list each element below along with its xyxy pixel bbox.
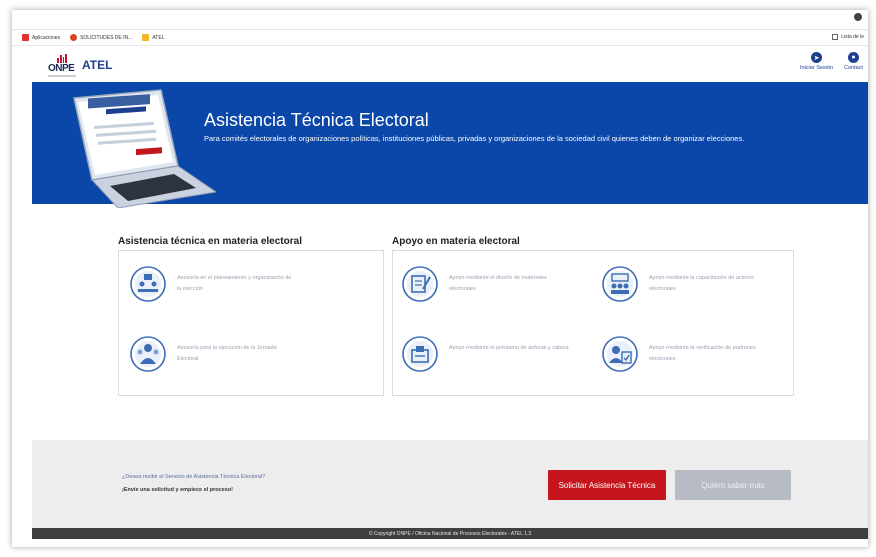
service-text: Apoyo mediante la verificación de padron… bbox=[649, 345, 756, 362]
onpe-logo[interactable]: ONPE bbox=[48, 54, 76, 78]
reading-list[interactable]: Lista de le bbox=[832, 34, 864, 40]
browser-toolbar bbox=[12, 10, 868, 30]
support-panel: Apoyo mediante el diseño de materiales e… bbox=[392, 250, 794, 396]
reading-list-label: Lista de le bbox=[841, 34, 864, 40]
laptop-illustration bbox=[73, 89, 216, 208]
cta-prompt: ¡Envíe una solicitud y empiece el proces… bbox=[122, 487, 233, 493]
site-header: ONPE ATEL ➤ Iniciar Sesión ● Contact bbox=[12, 46, 868, 82]
service-text: Asesoría en el planeamiento y organizaci… bbox=[177, 275, 292, 292]
voter-roll-verify-icon bbox=[602, 336, 638, 372]
service-design-materials[interactable]: Apoyo mediante el diseño de materiales e… bbox=[401, 265, 569, 303]
election-staff-icon bbox=[130, 336, 166, 372]
service-voter-roll[interactable]: Apoyo mediante la verificación de padron… bbox=[601, 335, 769, 373]
site-favicon-icon bbox=[70, 34, 78, 41]
service-election-day[interactable]: Asesoría para la ejecución de la Jornada… bbox=[129, 335, 297, 373]
support-section-title: Apoyo en materia electoral bbox=[392, 236, 520, 247]
training-actors-icon bbox=[602, 266, 638, 302]
bookmark-label: SOLICITUDES DE IN... bbox=[80, 34, 133, 41]
folder-icon bbox=[142, 34, 150, 41]
bookmark-label: ATEL bbox=[152, 34, 165, 41]
service-planning[interactable]: Asesoría en el planeamiento y organizaci… bbox=[129, 265, 297, 303]
reading-list-icon bbox=[832, 34, 839, 40]
planning-meeting-icon bbox=[130, 266, 166, 302]
request-assistance-button[interactable]: Solicitar Asistencia Técnica bbox=[548, 470, 666, 500]
service-text: Asesoría para la ejecución de la Jornada… bbox=[177, 345, 277, 362]
technical-section-title: Asistencia técnica en materia electoral bbox=[118, 236, 302, 247]
apps-grid-icon bbox=[22, 34, 29, 41]
service-text: Apoyo mediante el diseño de materiales e… bbox=[449, 275, 547, 292]
ballot-box-icon bbox=[402, 336, 438, 372]
login-button[interactable]: ➤ Iniciar Sesión bbox=[800, 52, 833, 71]
bookmark-solicitudes[interactable]: SOLICITUDES DE IN... bbox=[70, 34, 132, 41]
bookmark-label: Aplicaciones bbox=[32, 34, 61, 41]
service-ballot-box[interactable]: Apoyo mediante el préstamo de ánforas y … bbox=[401, 335, 569, 373]
login-label: Iniciar Sesión bbox=[800, 65, 834, 71]
bookmark-apps[interactable]: Aplicaciones bbox=[22, 34, 60, 41]
service-training[interactable]: Apoyo mediante la capacitación de actore… bbox=[601, 265, 769, 303]
logo-bars-icon bbox=[57, 54, 67, 63]
service-text: Apoyo mediante la capacitación de actore… bbox=[649, 275, 754, 292]
profile-icon[interactable] bbox=[854, 13, 862, 21]
banner-title: Asistencia Técnica Electoral bbox=[204, 110, 429, 130]
login-icon: ➤ bbox=[811, 52, 823, 63]
cta-question: ¿Desea recibir el Servicio de Asistencia… bbox=[122, 474, 266, 480]
logo-underline bbox=[48, 75, 76, 77]
logo-text: ONPE bbox=[48, 63, 75, 74]
bookmark-atel[interactable]: ATEL bbox=[142, 34, 164, 41]
contact-label: Contact bbox=[844, 65, 863, 71]
contact-user-icon: ● bbox=[847, 52, 859, 63]
learn-more-button[interactable]: Quiero saber más bbox=[675, 470, 791, 500]
site-brand[interactable]: ATEL bbox=[82, 58, 112, 72]
bookmarks-bar: Aplicaciones SOLICITUDES DE IN... ATEL L… bbox=[12, 30, 868, 46]
contact-button[interactable]: ● Contact bbox=[844, 52, 863, 71]
footer-copyright: © Copyright ONPE / Oficina Nacional de P… bbox=[32, 528, 868, 539]
service-text: Apoyo mediante el préstamo de ánforas y … bbox=[449, 345, 569, 351]
browser-window: Aplicaciones SOLICITUDES DE IN... ATEL L… bbox=[12, 10, 868, 547]
hero-banner: Asistencia Técnica Electoral Para comité… bbox=[32, 82, 868, 208]
banner-subtitle: Para comités electorales de organizacion… bbox=[204, 134, 745, 143]
technical-panel: Asesoría en el planeamiento y organizaci… bbox=[118, 250, 384, 396]
design-materials-icon bbox=[402, 266, 438, 302]
page-bottom bbox=[12, 539, 868, 547]
cta-section: ¿Desea recibir el Servicio de Asistencia… bbox=[32, 440, 868, 528]
